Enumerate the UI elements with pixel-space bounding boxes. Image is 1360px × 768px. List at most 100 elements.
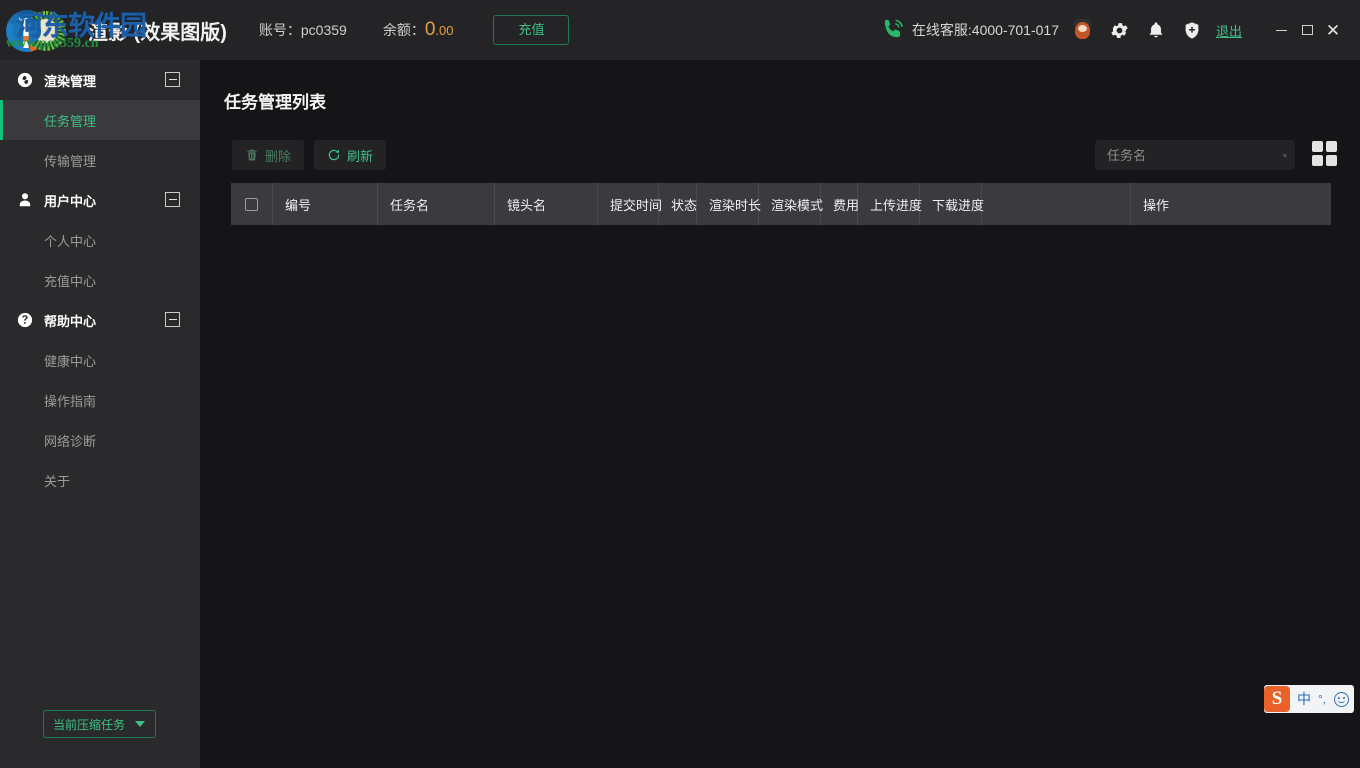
table-header-upload_progress[interactable]: 上传进度 bbox=[858, 183, 920, 225]
logo-badge-icon: ★ bbox=[4, 6, 56, 54]
sidebar-group-help[interactable]: 帮助中心 bbox=[0, 300, 200, 340]
delete-label: 删除 bbox=[265, 146, 291, 165]
refresh-button[interactable]: 刷新 bbox=[314, 140, 386, 170]
maximize-button[interactable] bbox=[1294, 17, 1320, 43]
security-button[interactable] bbox=[1182, 20, 1202, 41]
smiley-face-icon[interactable] bbox=[1334, 692, 1349, 707]
sidebar-group-render[interactable]: 渲染管理 bbox=[0, 60, 200, 100]
balance-amount: 0.00 bbox=[425, 19, 454, 40]
sidebar-group-toggle-help[interactable] bbox=[165, 312, 180, 327]
table-header-task_name[interactable]: 任务名 bbox=[378, 183, 495, 225]
trash-icon bbox=[245, 148, 259, 162]
search-icon[interactable] bbox=[1283, 147, 1287, 164]
search-input[interactable] bbox=[1107, 148, 1283, 163]
sidebar-group-label: 用户中心 bbox=[44, 191, 96, 210]
sidebar-group-toggle-render[interactable] bbox=[165, 72, 180, 87]
current-compress-task-dropdown[interactable]: 当前压缩任务 bbox=[43, 710, 156, 738]
table-header-render_time[interactable]: 渲染时长 bbox=[697, 183, 759, 225]
sidebar-item-label: 关于 bbox=[44, 471, 70, 490]
sidebar-item-label: 任务管理 bbox=[44, 111, 96, 130]
sidebar-item-personal-center[interactable]: 个人中心 bbox=[0, 220, 200, 260]
sidebar-item-label: 网络诊断 bbox=[44, 431, 96, 450]
table-header-render_mode[interactable]: 渲染模式 bbox=[759, 183, 821, 225]
bell-icon bbox=[1146, 20, 1166, 41]
account-info: 账号：pc0359 bbox=[259, 20, 347, 40]
sogou-ime-toolbar: S 中 °, bbox=[1264, 685, 1354, 713]
refresh-icon bbox=[327, 148, 341, 162]
table-toolbar: 删除 刷新 bbox=[232, 140, 396, 170]
table-header-label: 编号 bbox=[285, 195, 311, 214]
sogou-ime-logo[interactable]: S bbox=[1264, 686, 1290, 712]
close-button[interactable]: ✕ bbox=[1320, 17, 1346, 43]
table-header-label: 状态 bbox=[671, 195, 697, 214]
balance-label: 余额： bbox=[383, 22, 425, 38]
ime-punctuation-toggle[interactable]: °, bbox=[1318, 692, 1326, 706]
balance-integer: 0 bbox=[425, 19, 436, 40]
grid-columns-icon[interactable] bbox=[1312, 141, 1338, 167]
settings-button[interactable] bbox=[1109, 20, 1130, 41]
table-header-status[interactable]: 状态 bbox=[659, 183, 697, 225]
task-table-header: 编号 任务名 镜头名 提交时间状态渲染时长渲染模式费用上传进度下载进度 操作 bbox=[231, 183, 1331, 225]
delete-button[interactable]: 删除 bbox=[232, 140, 304, 170]
render-circle-icon bbox=[16, 71, 34, 89]
sidebar: 渲染管理 任务管理 传输管理 用户中心 个人中心 充值中心 帮助中心 健康中心 … bbox=[0, 60, 200, 768]
recharge-button[interactable]: 充值 bbox=[493, 15, 569, 45]
balance-info: 余额：0.00 bbox=[383, 19, 454, 41]
sidebar-item-label: 健康中心 bbox=[44, 351, 96, 370]
sidebar-group-user[interactable]: 用户中心 bbox=[0, 180, 200, 220]
table-header-checkbox[interactable] bbox=[231, 183, 273, 225]
main-content: 任务管理列表 删除 刷新 bbox=[200, 60, 1360, 768]
table-header-download_progress[interactable]: 下载进度 bbox=[920, 183, 982, 225]
refresh-label: 刷新 bbox=[347, 146, 373, 165]
table-header-label: 费用 bbox=[833, 195, 859, 214]
sidebar-item-recharge-center[interactable]: 充值中心 bbox=[0, 260, 200, 300]
ime-language-mode[interactable]: 中 bbox=[1297, 689, 1311, 709]
gear-icon bbox=[1109, 20, 1130, 41]
maximize-icon bbox=[1302, 25, 1313, 35]
table-header-label: 下载进度 bbox=[932, 195, 984, 214]
window-controls: ✕ bbox=[1268, 17, 1346, 43]
page-title: 任务管理列表 bbox=[224, 88, 326, 113]
table-header-spacer bbox=[982, 183, 1131, 225]
logout-link[interactable]: 退出 bbox=[1216, 21, 1242, 40]
minimize-button[interactable] bbox=[1268, 17, 1294, 43]
minimize-icon bbox=[1276, 30, 1287, 31]
search-area bbox=[1095, 140, 1295, 170]
sidebar-item-task-management[interactable]: 任务管理 bbox=[0, 100, 200, 140]
header-actions: 在线客服:4000-701-017 bbox=[880, 17, 1360, 43]
sidebar-item-transfer-management[interactable]: 传输管理 bbox=[0, 140, 200, 180]
app-title: 渲影 (效果图版) bbox=[88, 16, 227, 45]
sidebar-item-label: 传输管理 bbox=[44, 151, 96, 170]
table-header-id[interactable]: 编号 bbox=[273, 183, 378, 225]
chevron-down-icon bbox=[135, 721, 145, 727]
sidebar-group-toggle-user[interactable] bbox=[165, 192, 180, 207]
notifications-button[interactable] bbox=[1146, 20, 1166, 41]
table-header-label: 提交时间 bbox=[610, 195, 662, 214]
sidebar-item-health-center[interactable]: 健康中心 bbox=[0, 340, 200, 380]
account-label: 账号： bbox=[259, 22, 301, 38]
sidebar-item-network-diagnosis[interactable]: 网络诊断 bbox=[0, 420, 200, 460]
current-compress-task-label: 当前压缩任务 bbox=[44, 716, 135, 733]
customer-service-text: 在线客服:4000-701-017 bbox=[912, 20, 1059, 40]
phone-icon bbox=[880, 17, 906, 43]
table-header-label: 渲染模式 bbox=[771, 195, 823, 214]
app-logo: ★ 河东软件园 www.pc0359.cn bbox=[0, 0, 80, 60]
balance-decimal: .00 bbox=[435, 23, 453, 38]
search-box[interactable] bbox=[1095, 140, 1295, 170]
table-header-shot_name[interactable]: 镜头名 bbox=[495, 183, 598, 225]
table-header-label: 渲染时长 bbox=[709, 195, 761, 214]
table-header-label: 镜头名 bbox=[507, 195, 546, 214]
select-all-checkbox[interactable] bbox=[245, 198, 258, 211]
table-header-cost[interactable]: 费用 bbox=[821, 183, 858, 225]
table-header-submit_time[interactable]: 提交时间 bbox=[598, 183, 659, 225]
question-circle-icon bbox=[16, 311, 34, 329]
title-bar: ★ 河东软件园 www.pc0359.cn 渲影 (效果图版) 账号：pc035… bbox=[0, 0, 1360, 60]
sidebar-item-label: 操作指南 bbox=[44, 391, 96, 410]
table-header-actions[interactable]: 操作 bbox=[1131, 183, 1331, 225]
close-icon: ✕ bbox=[1326, 22, 1340, 39]
table-header-label: 任务名 bbox=[390, 195, 429, 214]
sidebar-item-about[interactable]: 关于 bbox=[0, 460, 200, 500]
qq-penguin-icon[interactable] bbox=[1073, 19, 1093, 41]
user-icon bbox=[16, 191, 34, 209]
sidebar-item-operation-guide[interactable]: 操作指南 bbox=[0, 380, 200, 420]
